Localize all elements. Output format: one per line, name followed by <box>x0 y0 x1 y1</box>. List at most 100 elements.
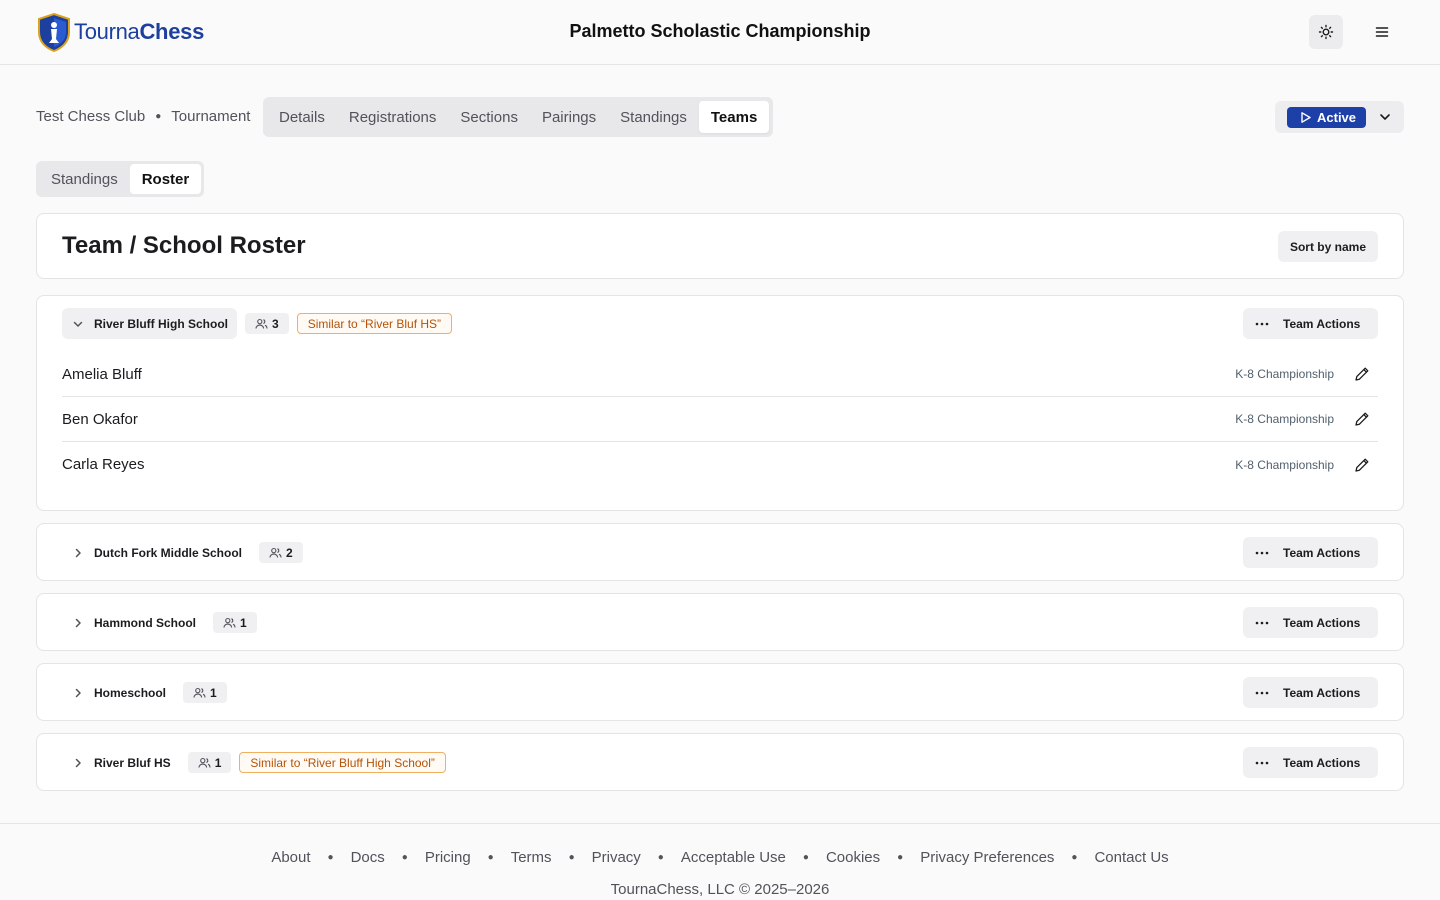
app-header: TournaChess Palmetto Scholastic Champion… <box>0 0 1440 65</box>
team-toggle[interactable]: River Bluff High School <box>62 308 238 339</box>
member-count-badge: 1 <box>183 682 227 703</box>
play-icon <box>1301 111 1311 123</box>
users-icon <box>223 617 236 628</box>
footer-link-about[interactable]: About <box>271 849 310 866</box>
tab-standings[interactable]: Standings <box>608 101 699 133</box>
footer-link-privacy-preferences[interactable]: Privacy Preferences <box>920 849 1054 866</box>
chevron-down-icon[interactable] <box>1378 110 1392 124</box>
more-horizontal-icon <box>1255 551 1269 554</box>
member-count-badge: 1 <box>213 612 257 633</box>
pencil-icon[interactable] <box>1354 366 1370 382</box>
breadcrumb-tournament[interactable]: Tournament <box>171 108 250 125</box>
more-horizontal-icon <box>1255 691 1269 694</box>
team-toggle[interactable]: Hammond School <box>62 607 205 638</box>
tournament-tabs: Details Registrations Sections Pairings … <box>263 97 774 137</box>
team-toggle[interactable]: Dutch Fork Middle School <box>62 537 251 568</box>
list-item: Ben Okafor K-8 Championship <box>62 397 1378 442</box>
team-name: Homeschool <box>94 685 167 700</box>
tab-pairings[interactable]: Pairings <box>530 101 608 133</box>
teams-subtabs: Standings Roster <box>36 161 205 197</box>
footer-link-cookies[interactable]: Cookies <box>826 849 880 866</box>
player-section: K-8 Championship <box>1235 457 1334 472</box>
team-actions-button[interactable]: Team Actions <box>1243 677 1378 708</box>
breadcrumb-club[interactable]: Test Chess Club <box>36 108 145 125</box>
status-label: Active <box>1317 109 1357 125</box>
member-count-badge: 2 <box>259 542 303 563</box>
team-card: Homeschool 1 Team Actions <box>36 663 1404 721</box>
team-toggle[interactable]: River Bluf HS <box>62 747 180 778</box>
team-actions-button[interactable]: Team Actions <box>1243 607 1378 638</box>
more-horizontal-icon <box>1255 621 1269 624</box>
roster-title: Team / School Roster <box>62 232 306 259</box>
team-header: River Bluff High School 3 Similar to “Ri… <box>62 308 1378 339</box>
subtab-roster[interactable]: Roster <box>129 164 202 194</box>
team-toggle[interactable]: Homeschool <box>62 677 175 708</box>
pencil-icon[interactable] <box>1354 457 1370 473</box>
theme-toggle-button[interactable] <box>1309 15 1343 49</box>
status-selector[interactable]: Active <box>1275 101 1404 133</box>
team-name: River Bluf HS <box>94 755 171 770</box>
player-section: K-8 Championship <box>1235 412 1334 426</box>
footer-separator: ● <box>327 852 334 863</box>
footer-link-contact[interactable]: Contact Us <box>1094 849 1168 866</box>
team-card: River Bluff High School 3 Similar to “Ri… <box>36 295 1404 511</box>
chevron-right-icon <box>75 548 81 557</box>
team-header: Dutch Fork Middle School 2 Team Actions <box>62 537 1378 568</box>
menu-button[interactable] <box>1365 15 1399 49</box>
footer-link-terms[interactable]: Terms <box>511 849 552 866</box>
page-title: Palmetto Scholastic Championship <box>569 21 871 41</box>
tab-teams[interactable]: Teams <box>698 101 770 133</box>
team-name: Hammond School <box>94 615 197 630</box>
pencil-icon[interactable] <box>1354 411 1370 427</box>
footer-separator: ● <box>487 852 494 863</box>
team-actions-button[interactable]: Team Actions <box>1243 308 1378 339</box>
users-icon <box>269 547 282 558</box>
team-header: Hammond School 1 Team Actions <box>62 607 1378 638</box>
sort-by-name-button[interactable]: Sort by name <box>1277 231 1378 262</box>
site-footer: About ● Docs ● Pricing ● Terms ● Privacy… <box>0 823 1440 900</box>
player-name: Carla Reyes <box>62 456 145 473</box>
team-header: River Bluf HS 1 Similar to “River Bluff … <box>62 747 1378 778</box>
chevron-right-icon <box>75 758 81 767</box>
player-name: Ben Okafor <box>62 410 138 428</box>
player-name: Amelia Bluff <box>62 365 142 383</box>
footer-link-acceptable-use[interactable]: Acceptable Use <box>681 849 786 866</box>
team-actions-button[interactable]: Team Actions <box>1243 537 1378 568</box>
similar-name-warning: Similar to “River Bluf HS” <box>296 313 453 334</box>
tournament-nav: Test Chess Club ● Tournament Details Reg… <box>36 97 1404 137</box>
footer-links: About ● Docs ● Pricing ● Terms ● Privacy… <box>0 849 1440 866</box>
list-item: Amelia Bluff K-8 Championship <box>62 352 1378 397</box>
team-actions-button[interactable]: Team Actions <box>1243 747 1378 778</box>
player-section: K-8 Championship <box>1235 367 1334 381</box>
tab-details[interactable]: Details <box>267 101 337 133</box>
team-card: Hammond School 1 Team Actions <box>36 593 1404 651</box>
chevron-down-icon <box>73 321 83 327</box>
breadcrumb: Test Chess Club ● Tournament <box>36 108 250 125</box>
team-card: River Bluf HS 1 Similar to “River Bluff … <box>36 733 1404 791</box>
footer-separator: ● <box>568 852 575 863</box>
list-item: Carla Reyes K-8 Championship <box>62 442 1378 487</box>
footer-link-pricing[interactable]: Pricing <box>425 849 471 866</box>
more-horizontal-icon <box>1255 761 1269 764</box>
more-horizontal-icon <box>1255 322 1269 325</box>
roster-header-card: Team / School Roster Sort by name <box>36 213 1404 279</box>
footer-link-privacy[interactable]: Privacy <box>592 849 641 866</box>
chevron-right-icon <box>75 688 81 697</box>
users-icon <box>255 318 268 329</box>
status-badge: Active <box>1287 106 1367 128</box>
team-card: Dutch Fork Middle School 2 Team Actions <box>36 523 1404 581</box>
tab-registrations[interactable]: Registrations <box>337 101 449 133</box>
similar-name-warning: Similar to “River Bluff High School” <box>239 752 446 773</box>
member-count-badge: 3 <box>245 313 289 334</box>
footer-separator: ● <box>401 852 408 863</box>
footer-separator: ● <box>1071 852 1078 863</box>
breadcrumb-separator: ● <box>155 111 162 122</box>
footer-separator: ● <box>802 852 809 863</box>
footer-link-docs[interactable]: Docs <box>351 849 385 866</box>
sun-icon <box>1318 24 1334 40</box>
team-name: River Bluff High School <box>94 316 229 331</box>
tab-sections[interactable]: Sections <box>448 101 530 133</box>
footer-separator: ● <box>897 852 904 863</box>
member-count-badge: 1 <box>187 752 232 773</box>
subtab-standings[interactable]: Standings <box>39 164 130 194</box>
